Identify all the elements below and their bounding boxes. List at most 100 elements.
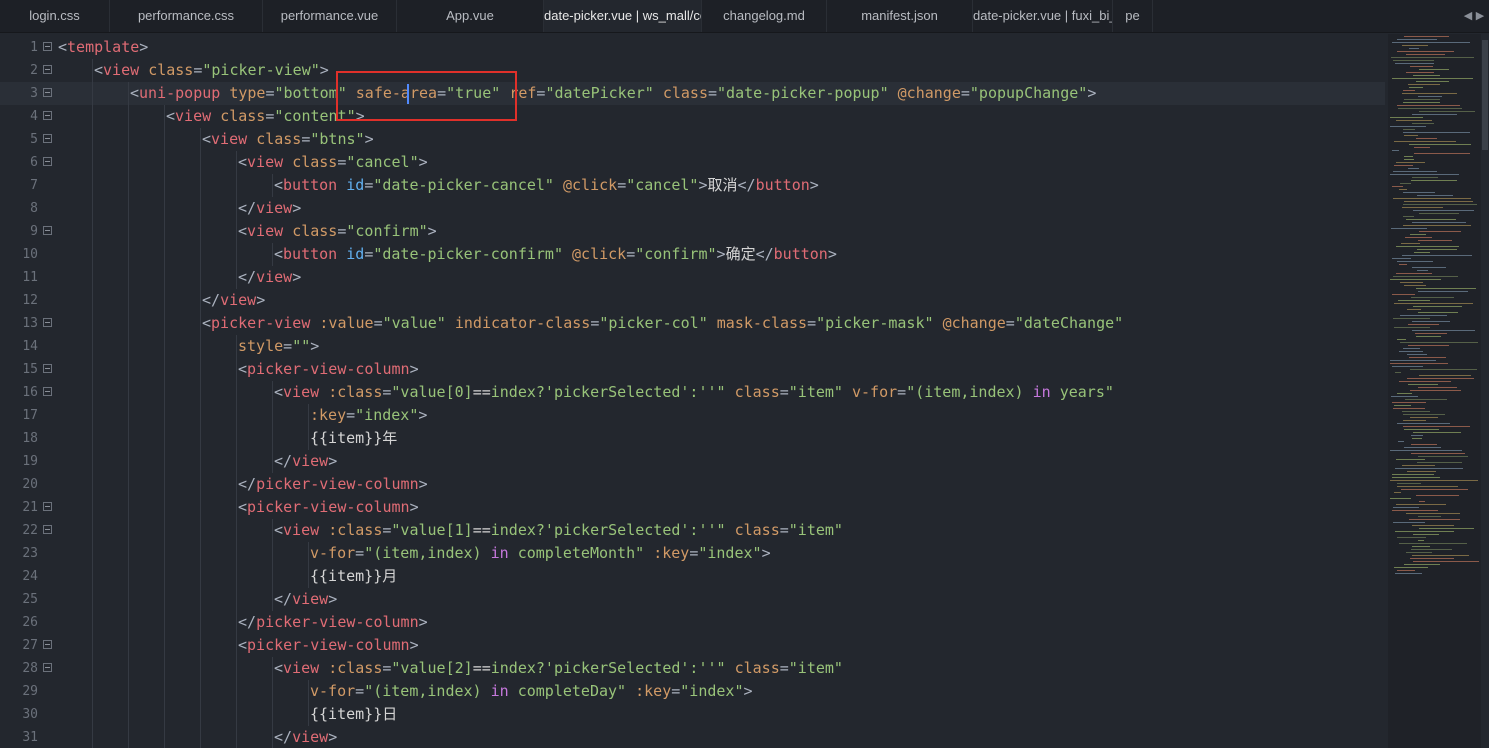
code-line[interactable]: 5 <view class="btns">	[0, 128, 1385, 151]
line-number: 31	[22, 730, 38, 745]
minimap-line	[1392, 402, 1426, 403]
tab-scroll-arrows[interactable]: ◀ ▶	[1459, 0, 1489, 32]
code-line[interactable]: 23 v-for="(item,index) in completeMonth" …	[0, 542, 1385, 565]
minimap-line	[1406, 219, 1456, 220]
code-token: >	[328, 452, 338, 470]
code-line[interactable]: 6 <view class="cancel">	[0, 151, 1385, 174]
minimap-line	[1390, 117, 1423, 118]
indent-guide	[236, 220, 237, 243]
code-token: >	[364, 130, 374, 148]
code-line[interactable]: 10 <button id="date-picker-confirm" @clic…	[0, 243, 1385, 266]
tab-6[interactable]: manifest.json	[827, 0, 973, 32]
code-token: "value"	[382, 314, 446, 332]
code-line[interactable]: 26 </picker-view-column>	[0, 611, 1385, 634]
vertical-scrollbar[interactable]	[1481, 34, 1489, 748]
code-token: years"	[1050, 383, 1114, 401]
code-line[interactable]: 16 <view :class = "value[0]==index?'pickerS…	[0, 381, 1385, 404]
minimap-line	[1404, 564, 1440, 565]
code-line[interactable]: 7 <button id="date-picker-cancel" @click=…	[0, 174, 1385, 197]
code-token: =	[364, 245, 374, 263]
indent-guide	[200, 634, 201, 657]
fold-toggle-icon[interactable]	[43, 364, 52, 373]
tab-5[interactable]: changelog.md	[702, 0, 827, 32]
indent-guide	[128, 289, 129, 312]
fold-toggle-icon[interactable]	[43, 502, 52, 511]
tab-4[interactable]: date-picker.vue | ws_mall/co......ate-pi…	[544, 0, 702, 32]
code-line[interactable]: 28 <view :class = "value[2]==index?'pickerS…	[0, 657, 1385, 680]
fold-toggle-icon[interactable]	[43, 387, 52, 396]
tab-0[interactable]: login.css	[0, 0, 110, 32]
minimap-line	[1390, 360, 1436, 361]
fold-toggle-icon[interactable]	[43, 226, 52, 235]
code-line[interactable]: 14 style="">	[0, 335, 1385, 358]
code-line[interactable]: 20 </picker-view-column>	[0, 473, 1385, 496]
code-line[interactable]: 25 </view>	[0, 588, 1385, 611]
fold-toggle-icon[interactable]	[43, 663, 52, 672]
code-line[interactable]: 27 <picker-view-column>	[0, 634, 1385, 657]
code-line[interactable]: 19 </view>	[0, 450, 1385, 473]
minimap-line	[1397, 570, 1415, 571]
fold-toggle-icon[interactable]	[43, 111, 52, 120]
minimap-line	[1390, 498, 1411, 499]
code-line[interactable]: 21 <picker-view-column>	[0, 496, 1385, 519]
fold-toggle-icon[interactable]	[43, 157, 52, 166]
code-line[interactable]: 31 </view>	[0, 726, 1385, 748]
code-token: <	[94, 61, 104, 79]
minimap-line	[1395, 372, 1401, 373]
fold-toggle-icon[interactable]	[43, 318, 52, 327]
code-line[interactable]: 1 <template>	[0, 36, 1385, 59]
tab-7[interactable]: date-picker.vue | fuxi_bi_we......ate-pi…	[973, 0, 1113, 32]
minimap-line	[1396, 162, 1425, 163]
fold-toggle-icon[interactable]	[43, 88, 52, 97]
code-line[interactable]: 22 <view :class = "value[1]==index?'pickerS…	[0, 519, 1385, 542]
tab-8[interactable]: pe	[1113, 0, 1153, 32]
code-token: picker-view-column	[247, 498, 410, 516]
code-token: completeDay"	[508, 682, 627, 700]
code-token: <	[274, 659, 284, 677]
code-line[interactable]: 3 <uni-popup type="bottom" safe-area="tru…	[0, 82, 1385, 105]
indent-guide	[308, 427, 309, 450]
indent-guide	[92, 220, 93, 243]
code-line[interactable]: 15 <picker-view-column>	[0, 358, 1385, 381]
code-line[interactable]: 12 </view>	[0, 289, 1385, 312]
code-token: :key	[653, 544, 690, 562]
code-line[interactable]: 17:key="index">	[0, 404, 1385, 427]
indent-guide	[200, 312, 201, 335]
code-line[interactable]: 9 <view class="confirm">	[0, 220, 1385, 243]
code-token: >	[418, 153, 428, 171]
fold-toggle-icon[interactable]	[43, 42, 52, 51]
code-token: "cancel"	[626, 176, 699, 194]
code-line[interactable]: 30 {{item}}日	[0, 703, 1385, 726]
tab-2[interactable]: performance.vue	[263, 0, 397, 32]
scrollbar-thumb[interactable]	[1482, 40, 1488, 150]
minimap-line	[1402, 207, 1443, 208]
code-line[interactable]: 8 </view>	[0, 197, 1385, 220]
code-token: </	[238, 613, 257, 631]
tab-3[interactable]: App.vue	[397, 0, 544, 32]
code-editor[interactable]: 1 <template> 2 <view class="picker-view"> 3 <…	[0, 34, 1385, 748]
code-token: ==	[472, 659, 491, 677]
minimap-line	[1390, 363, 1448, 364]
indent-guide	[92, 450, 93, 473]
tab-bar: login.css performance.css performance.vue A…	[0, 0, 1489, 33]
code-line[interactable]: 2 <view class="picker-view">	[0, 59, 1385, 82]
code-line[interactable]: 4 <view class="content">	[0, 105, 1385, 128]
fold-toggle-icon[interactable]	[43, 134, 52, 143]
minimap[interactable]	[1388, 34, 1481, 748]
indent-guide	[92, 680, 93, 703]
code-line[interactable]: 13 <picker-view :value="value" indicator-…	[0, 312, 1385, 335]
code-line[interactable]: 11 </view>	[0, 266, 1385, 289]
code-line[interactable]: 18 {{item}}年	[0, 427, 1385, 450]
fold-toggle-icon[interactable]	[43, 525, 52, 534]
minimap-line	[1403, 192, 1435, 193]
fold-toggle-icon[interactable]	[43, 65, 52, 74]
code-line[interactable]: 24 {{item}}月	[0, 565, 1385, 588]
indent-guide	[128, 634, 129, 657]
minimap-line	[1403, 414, 1445, 415]
code-line[interactable]: 29 v-for="(item,index) in completeDay" :k…	[0, 680, 1385, 703]
minimap-line	[1396, 120, 1432, 121]
indent-guide	[200, 174, 201, 197]
fold-toggle-icon[interactable]	[43, 640, 52, 649]
tab-1[interactable]: performance.css	[110, 0, 263, 32]
